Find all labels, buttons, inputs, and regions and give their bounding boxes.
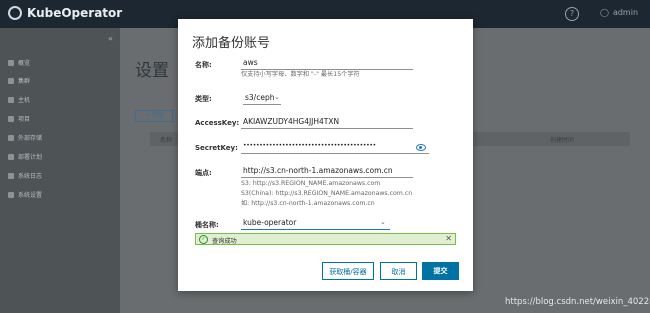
user-name: admin xyxy=(612,8,639,17)
user-menu[interactable]: ◯ admin xyxy=(600,8,638,17)
settings-icon xyxy=(8,191,14,198)
type-select[interactable]: s3/ceph ⌄ xyxy=(243,92,281,105)
endpoint-input[interactable]: http://s3.cn-north-1.amazonaws.com.cn xyxy=(241,166,413,178)
get-bucket-button[interactable]: 获取桶/容器 xyxy=(322,262,374,280)
endpoint-hint-example: 如: http://s3.cn-north-1.amazonaws.com.cn xyxy=(241,200,375,207)
sidebar-item-overview[interactable]: 概览 xyxy=(8,58,30,67)
help-icon[interactable]: ? xyxy=(565,7,579,21)
sidebar-item-clusters[interactable]: 集群 xyxy=(8,76,30,85)
name-input[interactable]: aws xyxy=(241,58,413,70)
sidebar-item-label: 系统日志 xyxy=(18,173,43,180)
sidebar-item-label: 集群 xyxy=(18,78,31,85)
modal-title: 添加备份账号 xyxy=(192,36,271,51)
success-alert: ✓ 查询成功 ✕ xyxy=(195,233,456,245)
app-name: KubeOperator xyxy=(27,6,123,20)
secretkey-label: SecretKey: xyxy=(195,144,238,152)
sidebar-item-storage[interactable]: 外部存储 xyxy=(8,133,42,142)
check-circle-icon: ✓ xyxy=(199,235,208,244)
sidebar-item-hosts[interactable]: 主机 xyxy=(8,95,30,104)
sidebar-item-deploy-plan[interactable]: 部署计划 xyxy=(8,152,42,161)
add-button[interactable]: + 添加 xyxy=(135,110,173,122)
column-header-created: 创建时间 xyxy=(550,137,575,144)
user-avatar-icon: ◯ xyxy=(600,8,609,17)
type-label: 类型: xyxy=(195,95,212,103)
close-icon[interactable]: ✕ xyxy=(445,234,452,243)
log-icon xyxy=(8,172,14,179)
deploy-plan-icon xyxy=(8,153,14,160)
sidebar-item-label: 项目 xyxy=(18,116,31,123)
sidebar-item-label: 系统设置 xyxy=(18,192,43,199)
type-select-value: s3/ceph xyxy=(245,93,275,102)
cancel-button[interactable]: 取消 xyxy=(380,262,417,280)
sidebar-item-label: 外部存储 xyxy=(18,135,43,142)
secretkey-input[interactable]: ••••••••••••••••••••••••••••••••••••••••… xyxy=(241,142,429,154)
kubeoperator-logo-icon xyxy=(8,6,22,20)
sidebar-item-label: 主机 xyxy=(18,97,31,104)
sidebar-collapse-icon[interactable]: « xyxy=(108,34,113,43)
brand[interactable]: KubeOperator xyxy=(8,6,122,20)
project-icon xyxy=(8,115,14,122)
endpoint-hint-s3: S3: http://s3.REGION_NAME.amazonaws.com xyxy=(241,180,381,187)
host-icon xyxy=(8,96,14,103)
storage-icon xyxy=(8,134,14,141)
sidebar-item-projects[interactable]: 项目 xyxy=(8,114,30,123)
alert-message: 查询成功 xyxy=(212,237,237,245)
sidebar-item-label: 部署计划 xyxy=(18,154,43,161)
accesskey-input[interactable]: AKIAWZUDY4HG4JJH4TXN xyxy=(241,117,413,129)
page-title: 设置 xyxy=(135,61,169,81)
endpoint-label: 端点: xyxy=(195,169,212,177)
cluster-icon xyxy=(8,77,14,84)
show-password-eye-icon[interactable] xyxy=(416,144,426,151)
endpoint-hint-s3-china: S3(China): http://s3.REGION_NAME.amazona… xyxy=(241,190,413,197)
overview-icon xyxy=(8,59,14,66)
accesskey-label: AccessKey: xyxy=(195,119,240,127)
sidebar-item-logs[interactable]: 系统日志 xyxy=(8,171,42,180)
watermark: https://blog.csdn.net/weixin_40228946 xyxy=(505,297,650,307)
bucket-select[interactable]: kube-operator ⌄ xyxy=(241,218,390,230)
sidebar-item-settings[interactable]: 系统设置 xyxy=(8,190,42,199)
bucket-label: 桶名称: xyxy=(195,221,219,229)
chevron-down-icon: ⌄ xyxy=(380,218,386,226)
name-hint: 仅支持小写字母、数字和 "-" 最长15个字符 xyxy=(241,71,360,78)
column-header-name: 名称 xyxy=(160,137,173,144)
chevron-down-icon: ⌄ xyxy=(274,93,280,101)
submit-button[interactable]: 提交 xyxy=(422,262,459,280)
sidebar-item-label: 概览 xyxy=(18,60,31,67)
name-label: 名称: xyxy=(195,61,212,69)
bucket-select-value: kube-operator xyxy=(243,218,297,227)
